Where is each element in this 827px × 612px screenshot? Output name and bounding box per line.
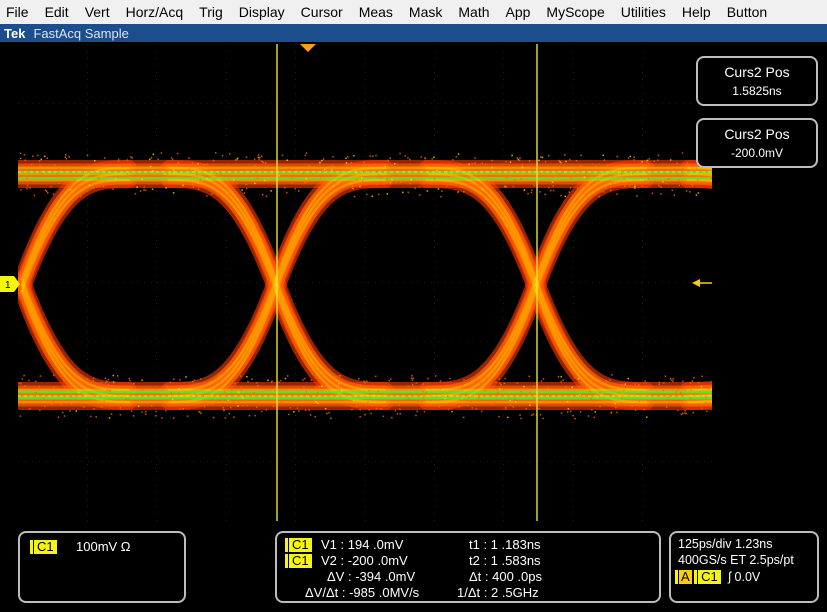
trigger-position-icon[interactable] [300,44,316,54]
cursor2-time-value: 1.5825ns [732,84,782,98]
channel-tag: C1 [30,540,57,554]
trigger-level-icon[interactable] [692,278,712,288]
waveform-display[interactable] [18,44,712,521]
trigger-level: ʃ 0.0V [728,570,761,584]
menu-meas[interactable]: Meas [351,4,401,20]
menu-vert[interactable]: Vert [77,4,118,20]
trigger-a-tag: A [675,569,692,584]
inverse-delta-t-readout: 1/Δt : 2 .5GHz [457,585,539,600]
v1-channel-tag: C1 [285,538,312,552]
menu-app[interactable]: App [498,4,539,20]
menu-math[interactable]: Math [450,4,497,20]
cursor2-voltage-title: Curs2 Pos [724,126,790,142]
t2-readout: t2 : 1 .583ns [469,553,541,568]
menu-cursor[interactable]: Cursor [293,4,351,20]
menu-utilities[interactable]: Utilities [613,4,674,20]
menu-bar: File Edit Vert Horz/Acq Trig Display Cur… [0,0,827,25]
horizontal-scale: 125ps/div 1.23ns [678,537,773,551]
menu-edit[interactable]: Edit [37,4,77,20]
v2-channel-tag: C1 [285,554,312,568]
menu-file[interactable]: File [0,4,37,20]
menu-help[interactable]: Help [674,4,719,20]
delta-v-readout: ΔV : -394 .0mV [327,569,416,584]
cursor2-time-title: Curs2 Pos [724,64,790,80]
t1-readout: t1 : 1 .183ns [469,537,541,552]
channel-readout[interactable]: C1 100mV Ω [18,531,186,603]
channel-marker-label: 1 [5,280,11,291]
channel-scale: 100mV Ω [76,539,131,554]
brand-label: Tek [4,25,26,41]
menu-button[interactable]: Button [719,4,775,20]
cursor2-time-box[interactable]: Curs2 Pos 1.5825ns [696,56,818,106]
menu-display[interactable]: Display [231,4,293,20]
delta-t-readout: Δt : 400 .0ps [469,569,543,584]
channel-1-marker[interactable]: 1 [0,276,20,292]
menu-horz-acq[interactable]: Horz/Acq [118,4,192,20]
menu-mask[interactable]: Mask [401,4,450,20]
horizontal-readout[interactable]: 125ps/div 1.23ns 400GS/s ET 2.5ps/pt A C… [669,531,819,603]
sample-rate: 400GS/s ET 2.5ps/pt [678,553,794,567]
cursor-readout[interactable]: C1 V1 : 194 .0mV C1 V2 : -200 .0mV ΔV : … [275,531,661,603]
acquisition-mode-label: FastAcq Sample [33,25,129,41]
menu-trig[interactable]: Trig [191,4,231,20]
menu-myscope[interactable]: MyScope [538,4,612,20]
trigger-source-tag: C1 [694,570,721,584]
v2-readout: V2 : -200 .0mV [321,553,408,568]
dv-dt-readout: ΔV/Δt : -985 .0MV/s [305,585,420,600]
eye-diagram [18,44,712,521]
v1-readout: V1 : 194 .0mV [321,537,404,552]
cursor2-voltage-box[interactable]: Curs2 Pos -200.0mV [696,118,818,168]
cursor2-voltage-value: -200.0mV [730,146,784,160]
status-strip: Tek FastAcq Sample [0,24,827,42]
